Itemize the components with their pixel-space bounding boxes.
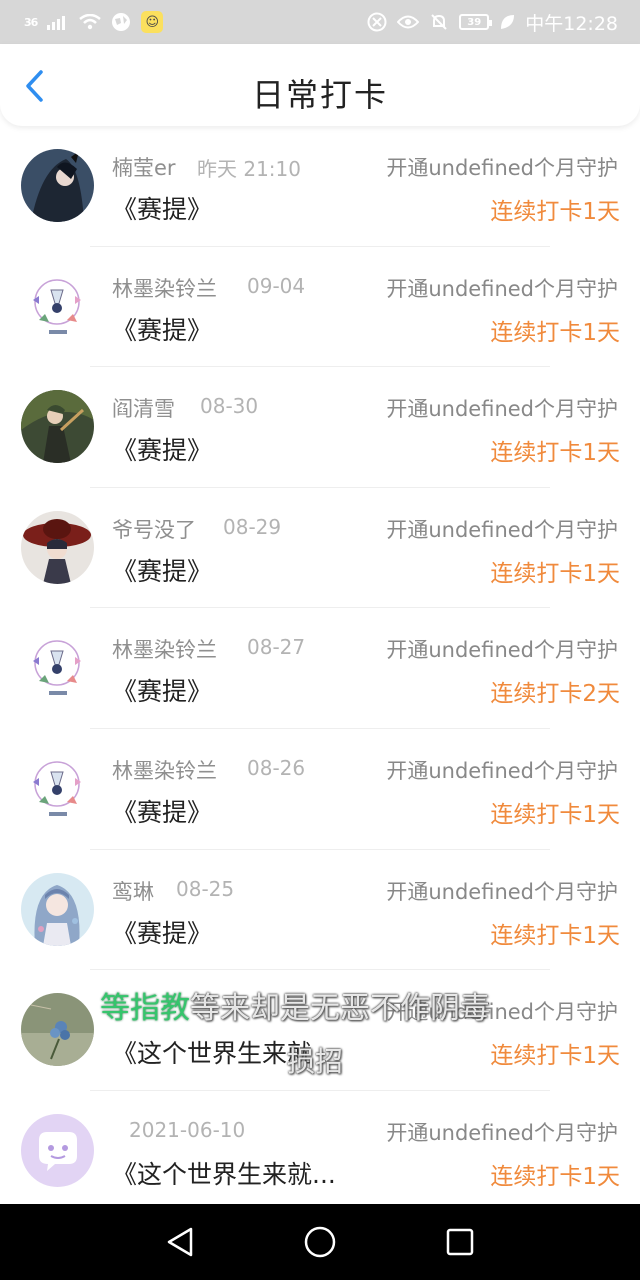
avatar[interactable] bbox=[21, 993, 94, 1067]
leaf-icon bbox=[501, 15, 515, 29]
user-name[interactable]: 林墨染铃兰 bbox=[112, 273, 217, 303]
guard-status: 开通undefined个月守护 bbox=[386, 397, 618, 422]
video-subtitle: 等指教等来却是无恶不作阴毒 bbox=[100, 990, 490, 1028]
guard-status: 开通undefined个月守护 bbox=[386, 1120, 618, 1145]
user-name[interactable]: 阎清雪 bbox=[112, 393, 175, 423]
avatar[interactable] bbox=[21, 269, 94, 343]
nfc-icon bbox=[367, 12, 387, 32]
checkin-row[interactable]: 阎清雪 08-30 开通undefined个月守护《赛提》 连续打卡1天 bbox=[0, 367, 640, 488]
avatar[interactable] bbox=[21, 631, 94, 705]
streak-label: 连续打卡1天 bbox=[490, 560, 620, 587]
circle-home-icon bbox=[304, 1226, 336, 1258]
system-nav-bar bbox=[0, 1204, 640, 1280]
book-title[interactable]: 《这个世界生来就... bbox=[112, 1155, 336, 1191]
book-title[interactable]: 《赛提》 bbox=[112, 672, 212, 708]
nav-back-button[interactable] bbox=[158, 1220, 202, 1264]
checkin-row[interactable]: 2021-06-10 开通undefined个月守护《这个世界生来就... 连续打卡… bbox=[0, 1091, 640, 1204]
streak-label: 连续打卡1天 bbox=[490, 801, 620, 828]
network-type: 36 bbox=[24, 15, 38, 29]
app-header: 日常打卡 bbox=[0, 44, 640, 126]
avatar[interactable] bbox=[21, 872, 94, 946]
checkin-date: 2021-06-10 bbox=[129, 1117, 246, 1142]
user-name[interactable]: 林墨染铃兰 bbox=[112, 755, 217, 785]
user-name[interactable]: 楠莹er bbox=[112, 152, 176, 182]
status-bar: 36 ☺ 39 中午12:28 bbox=[0, 0, 640, 44]
eye-icon bbox=[397, 15, 420, 29]
checkin-date: 08-25 bbox=[176, 876, 235, 901]
guard-status: 开通undefined个月守护 bbox=[386, 758, 618, 783]
streak-label: 连续打卡1天 bbox=[490, 319, 620, 346]
subtitle-highlight: 等指教 bbox=[100, 991, 190, 1026]
avatar[interactable] bbox=[21, 1113, 94, 1187]
book-title[interactable]: 《赛提》 bbox=[112, 311, 212, 347]
clock: 中午12:28 bbox=[525, 12, 618, 35]
signal-icon bbox=[47, 16, 66, 30]
book-title[interactable]: 《这个世界生来就 bbox=[112, 1034, 312, 1070]
triangle-back-icon bbox=[167, 1227, 193, 1257]
subtitle-text: 等来却是无恶不作阴毒 bbox=[190, 991, 490, 1026]
book-title[interactable]: 《赛提》 bbox=[112, 793, 212, 829]
checkin-date: 08-29 bbox=[223, 514, 282, 539]
user-name[interactable]: 林墨染铃兰 bbox=[112, 634, 217, 664]
avatar[interactable] bbox=[21, 510, 94, 584]
battery-level: 39 bbox=[467, 16, 482, 28]
status-left: 36 ☺ bbox=[24, 11, 164, 33]
battery-icon: 39 bbox=[459, 14, 493, 30]
guard-status: 开通undefined个月守护 bbox=[386, 156, 618, 180]
streak-label: 连续打卡2天 bbox=[490, 681, 620, 708]
checkin-date: 昨天 21:10 bbox=[197, 157, 301, 181]
guard-status: 开通undefined个月守护 bbox=[386, 276, 618, 301]
streak-label: 连续打卡1天 bbox=[490, 199, 620, 225]
video-subtitle-line2: 损招 bbox=[287, 1045, 344, 1078]
wifi-icon bbox=[79, 14, 102, 30]
checkin-row[interactable]: 楠莹er 昨天 21:10 开通undefined个月守护《赛提》 连续打卡1天 bbox=[0, 126, 640, 247]
avatar[interactable] bbox=[21, 390, 94, 464]
streak-label: 连续打卡1天 bbox=[490, 922, 620, 949]
app-notification-icon: ☺ bbox=[141, 11, 164, 33]
checkin-row[interactable]: 鸾琳 08-25 开通undefined个月守护《赛提》 连续打卡1天 bbox=[0, 850, 640, 971]
nav-recent-button[interactable] bbox=[438, 1220, 482, 1264]
checkin-date: 09-04 bbox=[247, 273, 306, 298]
checkin-row[interactable]: 林墨染铃兰 08-27 开通undefined个月守护《赛提》 连续打卡2天 bbox=[0, 608, 640, 729]
checkin-date: 08-26 bbox=[247, 755, 306, 780]
checkin-date: 08-27 bbox=[247, 635, 306, 660]
checkin-row[interactable]: 林墨染铃兰 08-26 开通undefined个月守护《赛提》 连续打卡1天 bbox=[0, 729, 640, 850]
globe-icon bbox=[112, 13, 131, 31]
streak-label: 连续打卡1天 bbox=[490, 1043, 620, 1070]
avatar[interactable] bbox=[21, 751, 94, 825]
book-title[interactable]: 《赛提》 bbox=[112, 190, 212, 226]
square-recent-icon bbox=[446, 1228, 474, 1256]
nav-home-button[interactable] bbox=[298, 1220, 342, 1264]
checkin-row[interactable]: 爷号没了 08-29 开通undefined个月守护《赛提》 连续打卡1天 bbox=[0, 488, 640, 609]
streak-label: 连续打卡1天 bbox=[490, 1163, 620, 1190]
book-title[interactable]: 《赛提》 bbox=[112, 431, 212, 467]
user-name[interactable]: 鸾琳 bbox=[112, 876, 154, 906]
book-title[interactable]: 《赛提》 bbox=[112, 552, 212, 588]
book-title[interactable]: 《赛提》 bbox=[112, 914, 212, 950]
user-name[interactable]: 爷号没了 bbox=[112, 514, 196, 544]
page-title: 日常打卡 bbox=[251, 76, 388, 114]
streak-label: 连续打卡1天 bbox=[490, 440, 620, 467]
mute-bell-icon bbox=[431, 14, 447, 30]
guard-status: 开通undefined个月守护 bbox=[386, 879, 618, 904]
guard-status: 开通undefined个月守护 bbox=[386, 517, 618, 542]
checkin-row[interactable]: 林墨染铃兰 09-04 开通undefined个月守护《赛提》 连续打卡1天 bbox=[0, 247, 640, 368]
checkin-date: 08-30 bbox=[200, 394, 259, 419]
guard-status: 开通undefined个月守护 bbox=[386, 638, 618, 663]
status-right: 39 中午12:28 bbox=[367, 9, 618, 36]
avatar[interactable] bbox=[21, 149, 94, 222]
